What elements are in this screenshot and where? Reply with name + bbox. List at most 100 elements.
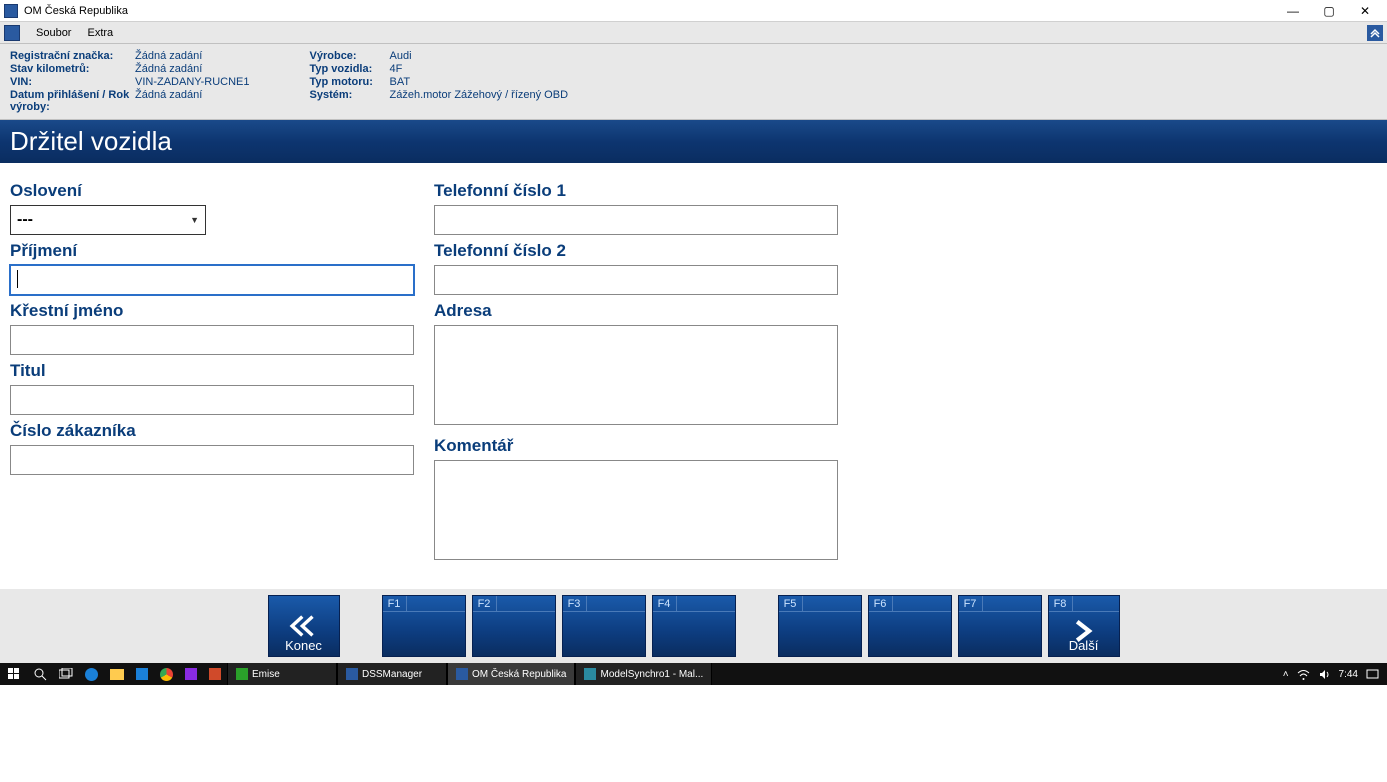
info-label: Stav kilometrů: xyxy=(10,63,135,75)
phone1-label: Telefonní číslo 1 xyxy=(434,181,838,201)
customer-number-label: Číslo zákazníka xyxy=(10,421,414,441)
search-icon xyxy=(34,668,47,681)
app-icon xyxy=(584,668,596,680)
info-value: 4F xyxy=(390,63,403,75)
maximize-button[interactable]: ▢ xyxy=(1311,1,1347,21)
next-button-label: Další xyxy=(1069,638,1099,653)
app-icon xyxy=(4,4,18,18)
task-view-icon xyxy=(59,668,73,680)
info-value: Žádná zadání xyxy=(135,89,202,113)
start-button[interactable] xyxy=(0,663,28,685)
info-value: Zážeh.motor Zážehový / řízený OBD xyxy=(390,89,569,101)
phone2-input[interactable] xyxy=(434,265,838,295)
f3-label: F3 xyxy=(563,596,587,611)
back-button[interactable]: Konec xyxy=(268,595,340,657)
customer-number-input[interactable] xyxy=(10,445,414,475)
menubar: Soubor Extra xyxy=(0,22,1387,44)
info-label: Registrační značka: xyxy=(10,50,135,62)
address-textarea[interactable] xyxy=(434,325,838,425)
minimize-button[interactable]: — xyxy=(1275,1,1311,21)
notifications-icon[interactable] xyxy=(1366,668,1379,681)
next-button[interactable]: F8 Další xyxy=(1048,595,1120,657)
form-column-left: Oslovení --- Příjmení Křestní jméno Titu… xyxy=(10,181,414,571)
app-icon xyxy=(456,668,468,680)
task-view-button[interactable] xyxy=(53,663,79,685)
taskbar-store[interactable] xyxy=(130,663,154,685)
wifi-icon[interactable] xyxy=(1297,668,1310,681)
menu-soubor[interactable]: Soubor xyxy=(28,25,79,41)
taskbar-item-dssmanager[interactable]: DSSManager xyxy=(337,663,447,685)
salutation-value: --- xyxy=(17,211,33,229)
store-icon xyxy=(136,668,148,680)
search-button[interactable] xyxy=(28,663,53,685)
surname-label: Příjmení xyxy=(10,241,414,261)
info-label: VIN: xyxy=(10,76,135,88)
f1-button[interactable]: F1 xyxy=(382,595,466,657)
info-value: BAT xyxy=(390,76,411,88)
folder-icon xyxy=(110,669,124,680)
taskbar-item-label: OM Česká Republika xyxy=(472,669,566,680)
close-button[interactable]: ✕ xyxy=(1347,1,1383,21)
taskbar-item-om[interactable]: OM Česká Republika xyxy=(447,663,575,685)
taskbar-app2[interactable] xyxy=(203,663,227,685)
info-label: Datum přihlášení / Rok výroby: xyxy=(10,89,135,113)
phone1-input[interactable] xyxy=(434,205,838,235)
address-label: Adresa xyxy=(434,301,838,321)
f6-label: F6 xyxy=(869,596,893,611)
info-label: Typ vozidla: xyxy=(310,63,390,75)
f6-button[interactable]: F6 xyxy=(868,595,952,657)
taskbar-item-emise[interactable]: Emise xyxy=(227,663,337,685)
taskbar-item-label: ModelSynchro1 - Mal... xyxy=(600,669,703,680)
comment-label: Komentář xyxy=(434,436,838,456)
surname-input[interactable] xyxy=(10,265,414,295)
f7-label: F7 xyxy=(959,596,983,611)
f2-button[interactable]: F2 xyxy=(472,595,556,657)
f5-label: F5 xyxy=(779,596,803,611)
collapse-panel-icon[interactable] xyxy=(1367,25,1383,41)
app-icon xyxy=(346,668,358,680)
text-caret xyxy=(17,270,18,288)
tray-chevron-icon[interactable]: ˄ xyxy=(1283,669,1289,680)
f8-label: F8 xyxy=(1049,596,1073,611)
info-col-1: Registrační značka:Žádná zadání Stav kil… xyxy=(10,50,250,113)
vehicle-info-panel: Registrační značka:Žádná zadání Stav kil… xyxy=(0,44,1387,120)
f4-button[interactable]: F4 xyxy=(652,595,736,657)
taskbar-edge[interactable] xyxy=(79,663,104,685)
firstname-label: Křestní jméno xyxy=(10,301,414,321)
chevron-double-left-icon xyxy=(287,613,321,639)
f5-button[interactable]: F5 xyxy=(778,595,862,657)
comment-textarea[interactable] xyxy=(434,460,838,560)
window-titlebar: OM Česká Republika — ▢ ✕ xyxy=(0,0,1387,22)
info-label: Typ motoru: xyxy=(310,76,390,88)
salutation-select[interactable]: --- xyxy=(10,205,206,235)
window-controls: — ▢ ✕ xyxy=(1275,1,1383,21)
info-value: Audi xyxy=(390,50,412,62)
taskbar-chrome[interactable] xyxy=(154,663,179,685)
title-input[interactable] xyxy=(10,385,414,415)
system-tray: ˄ 7:44 xyxy=(1275,668,1387,681)
clock[interactable]: 7:44 xyxy=(1339,669,1358,680)
back-button-label: Konec xyxy=(285,638,322,653)
form-area: Oslovení --- Příjmení Křestní jméno Titu… xyxy=(0,163,1387,589)
taskbar-item-modelsynchro[interactable]: ModelSynchro1 - Mal... xyxy=(575,663,712,685)
taskbar-explorer[interactable] xyxy=(104,663,130,685)
volume-icon[interactable] xyxy=(1318,668,1331,681)
form-column-right: Telefonní číslo 1 Telefonní číslo 2 Adre… xyxy=(434,181,838,571)
info-value: VIN-ZADANY-RUCNE1 xyxy=(135,76,250,88)
f1-label: F1 xyxy=(383,596,407,611)
firstname-input[interactable] xyxy=(10,325,414,355)
f2-label: F2 xyxy=(473,596,497,611)
phone2-label: Telefonní číslo 2 xyxy=(434,241,838,261)
page-title: Držitel vozidla xyxy=(0,120,1387,163)
window-title: OM Česká Republika xyxy=(24,5,1275,17)
f3-button[interactable]: F3 xyxy=(562,595,646,657)
f7-button[interactable]: F7 xyxy=(958,595,1042,657)
info-label: Výrobce: xyxy=(310,50,390,62)
info-value: Žádná zadání xyxy=(135,63,202,75)
windows-icon xyxy=(8,668,20,680)
menu-extra[interactable]: Extra xyxy=(79,25,121,41)
app-icon xyxy=(185,668,197,680)
app-icon xyxy=(209,668,221,680)
menu-app-icon xyxy=(4,25,20,41)
taskbar-app1[interactable] xyxy=(179,663,203,685)
